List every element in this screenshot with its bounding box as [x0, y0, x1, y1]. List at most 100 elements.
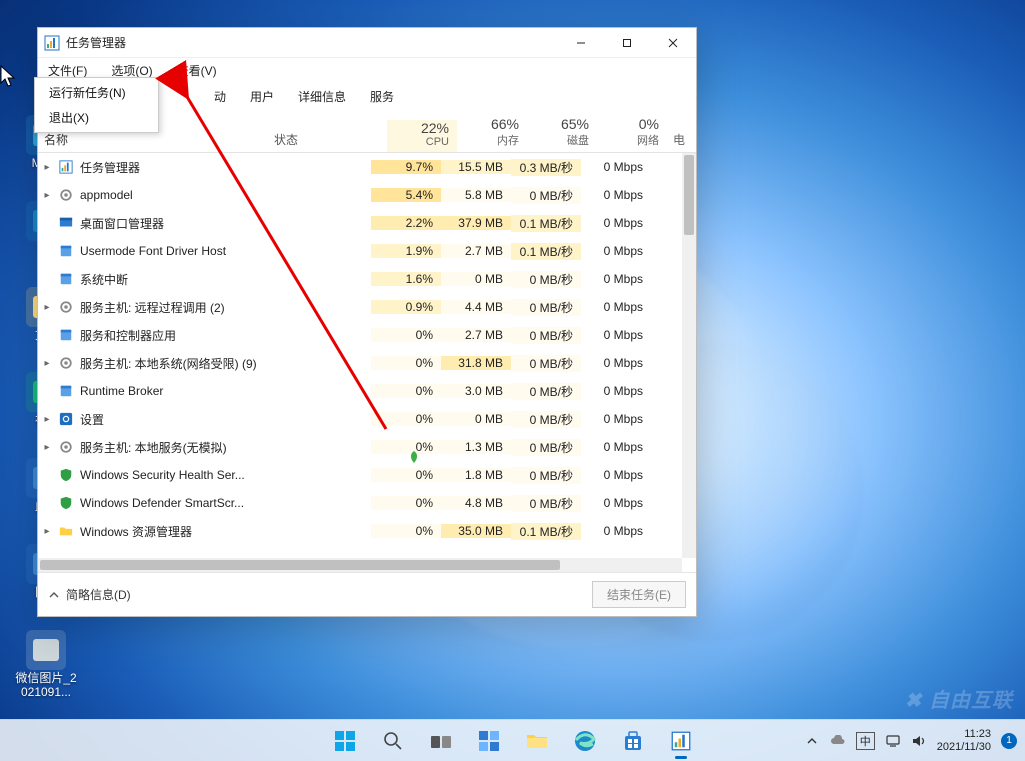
task-manager-taskbar-button[interactable] [661, 721, 701, 761]
col-extra[interactable]: 电 [667, 131, 696, 152]
memory-cell: 15.5 MB [441, 160, 511, 174]
app-icon [44, 35, 60, 51]
disk-cell: 0 MB/秒 [511, 187, 581, 204]
memory-cell: 4.8 MB [441, 496, 511, 510]
process-row[interactable]: ▸服务主机: 远程过程调用 (2)0.9%4.4 MB0 MB/秒0 Mbps [38, 293, 696, 321]
col-network[interactable]: 0%网络 [597, 116, 667, 152]
process-icon [58, 271, 74, 287]
process-row[interactable]: 系统中断1.6%0 MB0 MB/秒0 Mbps [38, 265, 696, 293]
titlebar[interactable]: 任务管理器 [38, 28, 696, 58]
process-row[interactable]: 桌面窗口管理器2.2%37.9 MB0.1 MB/秒0 Mbps [38, 209, 696, 237]
process-icon [58, 467, 74, 483]
file-menu-dropdown: 运行新任务(N) 退出(X) [34, 77, 159, 133]
disk-cell: 0 MB/秒 [511, 495, 581, 512]
network-cell: 0 Mbps [581, 160, 651, 174]
taskbar[interactable]: 中 11:23 2021/11/30 1 [0, 719, 1025, 761]
horizontal-scrollbar[interactable] [38, 558, 682, 572]
tab-services[interactable]: 服务 [358, 82, 406, 111]
process-name: Windows 资源管理器 [80, 523, 192, 540]
process-name: 服务主机: 本地服务(无模拟) [80, 439, 227, 456]
task-view-button[interactable] [421, 721, 461, 761]
expand-toggle[interactable]: ▸ [38, 414, 56, 425]
cpu-cell: 0% [371, 468, 441, 482]
col-memory[interactable]: 66%内存 [457, 116, 527, 152]
process-icon [58, 355, 74, 371]
process-row[interactable]: Runtime Broker0%3.0 MB0 MB/秒0 Mbps [38, 377, 696, 405]
memory-cell: 2.7 MB [441, 328, 511, 342]
cpu-cell: 1.9% [371, 244, 441, 258]
network-cell: 0 Mbps [581, 440, 651, 454]
vertical-scrollbar[interactable] [682, 153, 696, 558]
process-icon [58, 383, 74, 399]
process-name: 桌面窗口管理器 [80, 215, 164, 232]
col-disk[interactable]: 65%磁盘 [527, 116, 597, 152]
close-button[interactable] [650, 28, 696, 58]
disk-cell: 0 MB/秒 [511, 271, 581, 288]
process-row[interactable]: Usermode Font Driver Host1.9%2.7 MB0.1 M… [38, 237, 696, 265]
menu-item-exit[interactable]: 退出(X) [35, 105, 158, 130]
memory-cell: 3.0 MB [441, 384, 511, 398]
memory-cell: 5.8 MB [441, 188, 511, 202]
expand-toggle[interactable]: ▸ [38, 302, 56, 313]
process-row[interactable]: Windows Security Health Ser...0%1.8 MB0 … [38, 461, 696, 489]
file-explorer-button[interactable] [517, 721, 557, 761]
process-name: Runtime Broker [80, 384, 163, 398]
maximize-button[interactable] [604, 28, 650, 58]
edge-button[interactable] [565, 721, 605, 761]
notification-badge[interactable]: 1 [1001, 733, 1017, 749]
col-cpu[interactable]: 22%CPU [387, 120, 457, 152]
desktop-icon[interactable]: 微信图片_2021091... [14, 630, 78, 700]
onedrive-icon[interactable] [830, 733, 846, 749]
process-row[interactable]: 服务和控制器应用0%2.7 MB0 MB/秒0 Mbps [38, 321, 696, 349]
search-button[interactable] [373, 721, 413, 761]
tray-chevron-up-icon[interactable] [804, 733, 820, 749]
process-icon [58, 439, 74, 455]
process-row[interactable]: ▸appmodel5.4%5.8 MB0 MB/秒0 Mbps [38, 181, 696, 209]
cpu-cell: 0% [371, 384, 441, 398]
volume-icon[interactable] [911, 733, 927, 749]
cpu-cell: 0.9% [371, 300, 441, 314]
window-title: 任务管理器 [66, 34, 126, 51]
col-status[interactable]: 状态 [268, 131, 387, 152]
network-icon[interactable] [885, 733, 901, 749]
network-cell: 0 Mbps [581, 244, 651, 258]
expand-toggle[interactable]: ▸ [38, 358, 56, 369]
network-cell: 0 Mbps [581, 468, 651, 482]
cpu-cell: 9.7% [371, 160, 441, 174]
start-button[interactable] [325, 721, 365, 761]
watermark: ✖ 自由互联 [905, 684, 1013, 713]
minimize-button[interactable] [558, 28, 604, 58]
disk-cell: 0 MB/秒 [511, 299, 581, 316]
process-row[interactable]: ▸设置0%0 MB0 MB/秒0 Mbps [38, 405, 696, 433]
col-name[interactable]: 名称 [38, 131, 268, 152]
memory-cell: 1.3 MB [441, 440, 511, 454]
process-row[interactable]: ▸服务主机: 本地系统(网络受限) (9)0%31.8 MB0 MB/秒0 Mb… [38, 349, 696, 377]
process-row[interactable]: ▸任务管理器9.7%15.5 MB0.3 MB/秒0 Mbps [38, 153, 696, 181]
tab-partial[interactable]: 动 [208, 82, 238, 111]
menu-view[interactable]: 查看(V) [173, 60, 221, 81]
system-tray[interactable]: 中 11:23 2021/11/30 1 [804, 720, 1017, 761]
menu-item-run-new-task[interactable]: 运行新任务(N) [35, 80, 158, 105]
tab-details[interactable]: 详细信息 [286, 82, 358, 111]
process-name: Windows Security Health Ser... [80, 468, 245, 482]
process-row[interactable]: Windows Defender SmartScr...0%4.8 MB0 MB… [38, 489, 696, 517]
process-row[interactable]: ▸Windows 资源管理器0%35.0 MB0.1 MB/秒0 Mbps [38, 517, 696, 545]
widgets-button[interactable] [469, 721, 509, 761]
ime-indicator[interactable]: 中 [856, 732, 875, 750]
process-list: ▸任务管理器9.7%15.5 MB0.3 MB/秒0 Mbps▸appmodel… [38, 153, 696, 558]
tab-users[interactable]: 用户 [238, 82, 286, 111]
expand-toggle[interactable]: ▸ [38, 526, 56, 537]
clock[interactable]: 11:23 2021/11/30 [937, 728, 991, 753]
end-task-button[interactable]: 结束任务(E) [592, 581, 686, 608]
expand-toggle[interactable]: ▸ [38, 442, 56, 453]
memory-cell: 2.7 MB [441, 244, 511, 258]
network-cell: 0 Mbps [581, 384, 651, 398]
process-row[interactable]: ▸服务主机: 本地服务(无模拟)0%1.3 MB0 MB/秒0 Mbps [38, 433, 696, 461]
cpu-cell: 5.4% [371, 188, 441, 202]
network-cell: 0 Mbps [581, 300, 651, 314]
memory-cell: 35.0 MB [441, 524, 511, 538]
expand-toggle[interactable]: ▸ [38, 190, 56, 201]
expand-toggle[interactable]: ▸ [38, 162, 56, 173]
store-button[interactable] [613, 721, 653, 761]
fewer-details-toggle[interactable]: 简略信息(D) [48, 586, 131, 603]
